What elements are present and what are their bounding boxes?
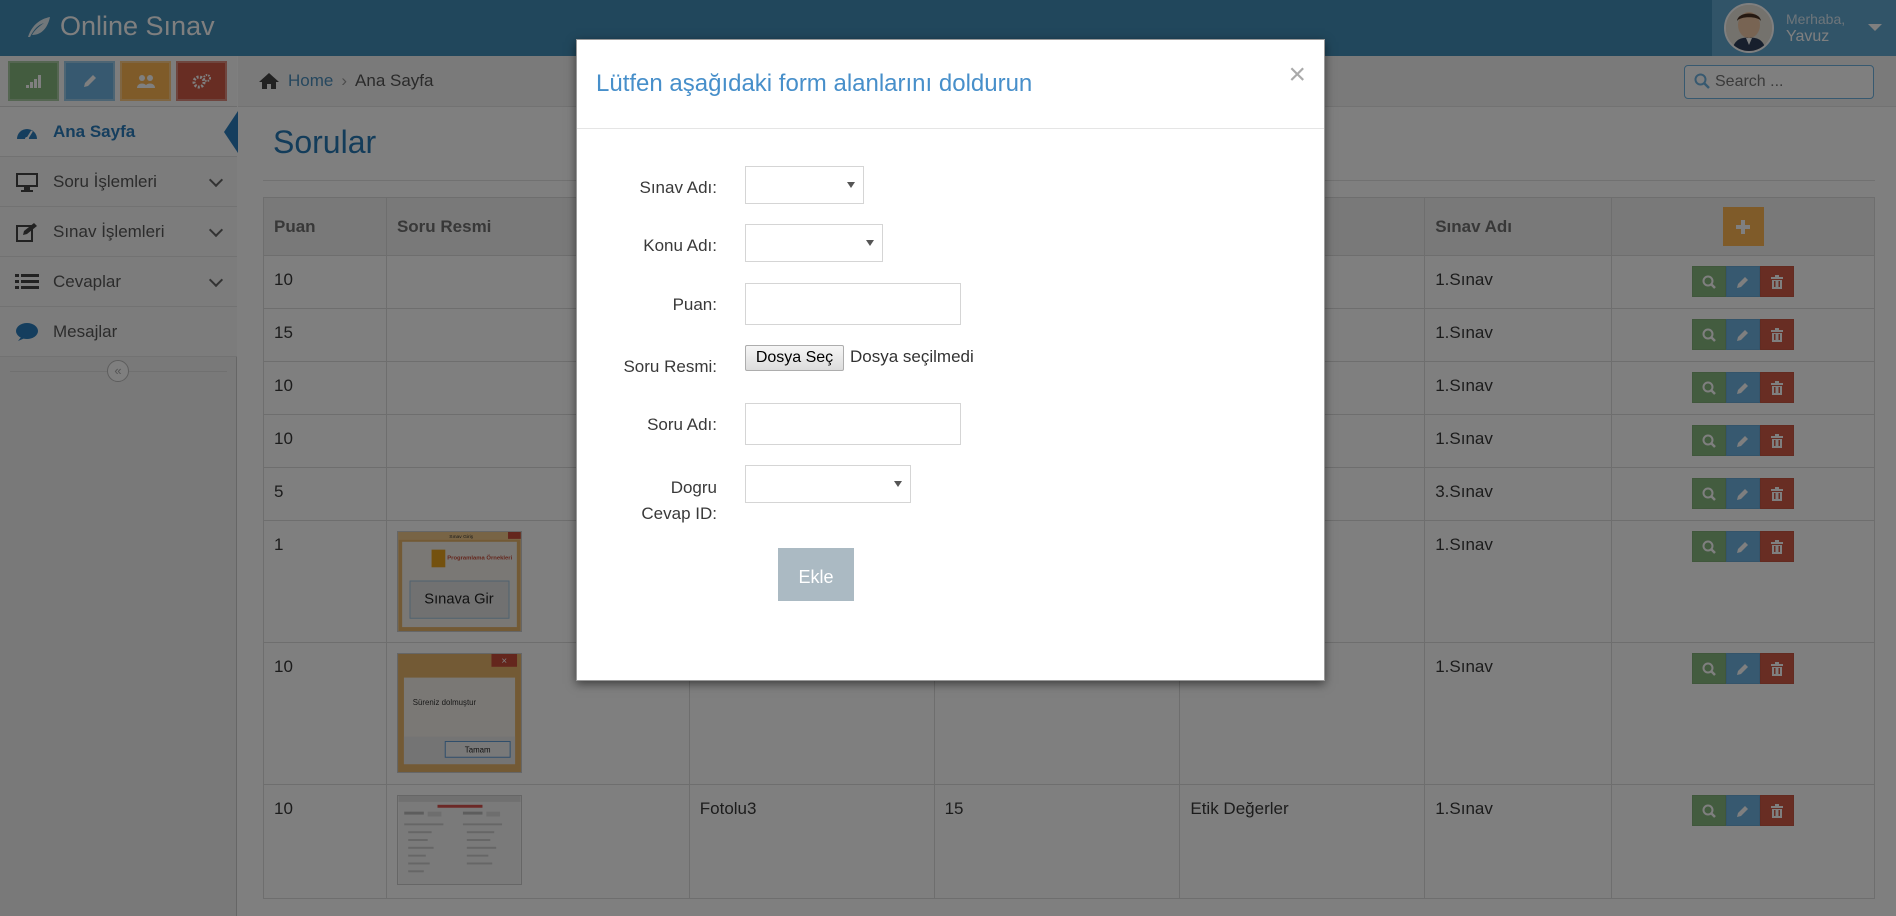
- ekle-button[interactable]: Ekle: [778, 548, 854, 601]
- close-icon[interactable]: ×: [1288, 60, 1306, 90]
- sinav-adi-label: Sınav Adı:: [639, 178, 718, 197]
- dogru-cevap-label-line2: Cevap ID:: [641, 504, 717, 523]
- konu-adi-select[interactable]: [745, 224, 883, 262]
- file-status-text: Dosya seçilmedi: [850, 347, 974, 366]
- modal-title: Lütfen aşağıdaki form alanlarını dolduru…: [596, 70, 1033, 97]
- sinav-adi-select[interactable]: [745, 166, 864, 204]
- puan-label: Puan:: [672, 295, 717, 314]
- soru-resmi-label: Soru Resmi:: [623, 357, 717, 376]
- file-choose-button[interactable]: Dosya Seç: [745, 345, 844, 371]
- caret-down-icon: [866, 240, 874, 246]
- modal-header: Lütfen aşağıdaki form alanlarını dolduru…: [577, 40, 1324, 129]
- caret-down-icon: [847, 182, 855, 188]
- soru-adi-input[interactable]: [745, 403, 961, 445]
- dogru-cevap-label-line1: Dogru: [670, 478, 717, 497]
- add-question-modal: Lütfen aşağıdaki form alanlarını dolduru…: [576, 39, 1325, 681]
- konu-adi-label: Konu Adı:: [643, 236, 717, 255]
- dogru-cevap-label: Dogru Cevap ID:: [577, 475, 717, 527]
- dogru-cevap-select[interactable]: [745, 465, 911, 503]
- caret-down-icon: [894, 481, 902, 487]
- puan-input[interactable]: [745, 283, 961, 325]
- soru-adi-label: Soru Adı:: [647, 415, 717, 434]
